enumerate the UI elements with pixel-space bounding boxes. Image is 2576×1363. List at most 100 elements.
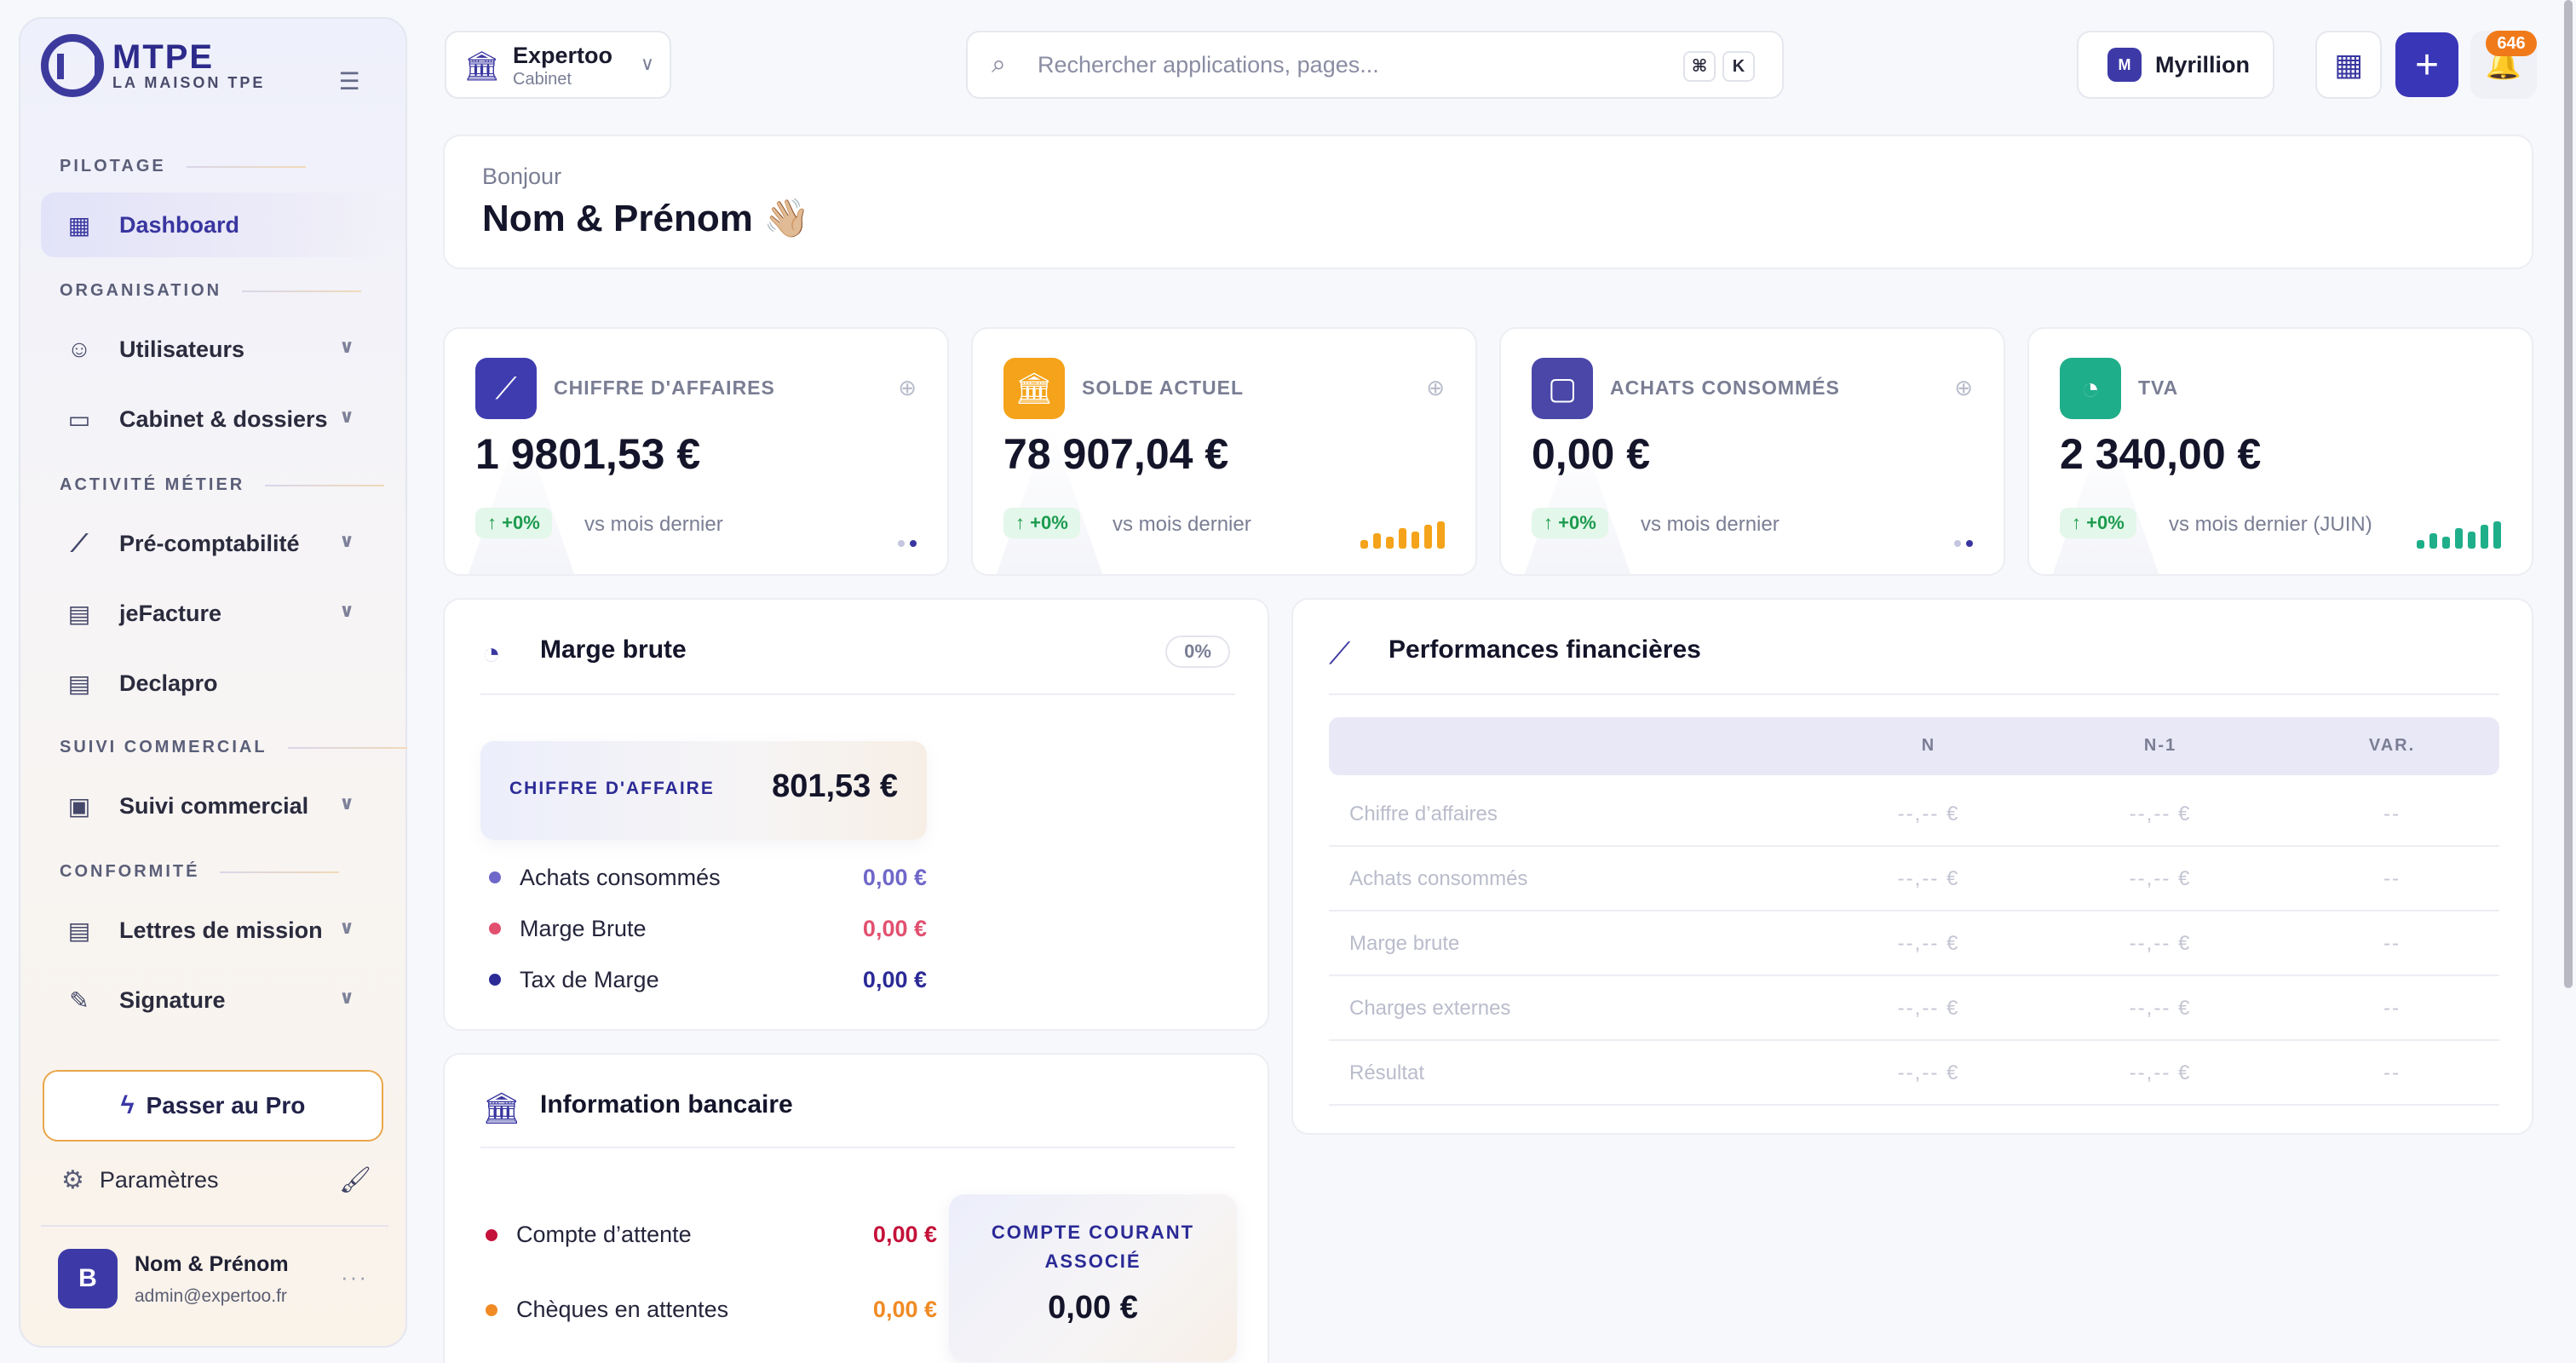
- trend-badge: ↑ +0%: [2060, 508, 2136, 538]
- add-button[interactable]: +: [2395, 32, 2458, 97]
- list-item-value: 0,00 €: [862, 864, 927, 890]
- section-conformite: CONFORMITÉ: [60, 862, 339, 882]
- sidebar-item-label: Pré-comptabilité: [119, 530, 300, 556]
- sidebar-item-precompta[interactable]: ⟋ Pré-comptabilité ∨: [41, 511, 388, 576]
- stat-card-tva[interactable]: ◔ TVA 2 340,00 € ↑ +0% vs mois dernier (…: [2027, 327, 2533, 576]
- apps-grid-button[interactable]: ▦: [2315, 31, 2382, 99]
- stat-card-solde-actuel[interactable]: 🏛 SOLDE ACTUEL ⊕ 78 907,04 € ↑ +0% vs mo…: [971, 327, 1477, 576]
- users-icon: ☺: [66, 336, 92, 362]
- settings-link[interactable]: ⚙ Paramètres: [61, 1165, 218, 1195]
- cell-n1: --,-- €: [2129, 867, 2192, 890]
- row-label: Chiffre d’affaires: [1349, 802, 1498, 825]
- zoom-icon[interactable]: ⊕: [1426, 375, 1445, 401]
- theme-brush-icon[interactable]: 🖌: [339, 1165, 371, 1195]
- pagination-dots: [1954, 540, 1973, 547]
- chevron-down-icon: ∨: [640, 53, 654, 74]
- divider: [1329, 693, 2499, 695]
- sidebar-item-cabinet[interactable]: ▭ Cabinet & dossiers ∨: [41, 387, 388, 451]
- sidebar-item-label: Dashboard: [119, 211, 240, 238]
- bank-icon: 🏛: [463, 50, 501, 83]
- column-header: VAR.: [2368, 736, 2416, 755]
- sidebar-item-lettres[interactable]: ▤ Lettres de mission ∨: [41, 898, 388, 963]
- pen-icon: ✎: [69, 986, 89, 1014]
- chevron-down-icon: ∨: [339, 530, 354, 551]
- sidebar-item-declapro[interactable]: ▤ Declapro: [41, 651, 388, 716]
- cell-n: --,-- €: [1897, 997, 1960, 1020]
- compte-courant-box: COMPTE COURANT ASSOCIÉ 0,00 €: [949, 1194, 1237, 1361]
- stat-card-chiffre-affaires[interactable]: ⟋ CHIFFRE D'AFFAIRES ⊕ 1 9801,53 € ↑ +0%…: [443, 327, 949, 576]
- stat-card-achats[interactable]: ▢ ACHATS CONSOMMÉS ⊕ 0,00 € ↑ +0% vs moi…: [1499, 327, 2005, 576]
- shopping-bag-icon: ▢: [1532, 358, 1593, 419]
- greeting-hello: Bonjour: [482, 164, 562, 189]
- list-item: Tax de Marge 0,00 €: [489, 963, 927, 997]
- panel-title: Marge brute: [540, 635, 687, 664]
- search-input[interactable]: [1038, 51, 1685, 78]
- sidebar-item-label: Lettres de mission: [119, 917, 323, 943]
- pie-chart-icon: ◔: [482, 635, 501, 670]
- sidebar-item-signature[interactable]: ✎ Signature ∨: [41, 968, 388, 1032]
- brand-logo[interactable]: MTPE LA MAISON TPE: [41, 34, 265, 97]
- table-row: Résultat --,-- € --,-- € --: [1329, 1041, 2499, 1106]
- cell-var: --: [2383, 932, 2401, 955]
- legend-dot: [486, 1228, 497, 1241]
- sidebar-item-dashboard[interactable]: ▦ Dashboard: [41, 193, 388, 257]
- list-item-label: Achats consommés: [520, 864, 721, 890]
- cca-label: COMPTE COURANT ASSOCIÉ: [991, 1222, 1195, 1272]
- shortcut-cmd-key: ⌘: [1683, 51, 1716, 82]
- table-row: Marge brute --,-- € --,-- € --: [1329, 912, 2499, 976]
- pie-chart-icon: ◔: [2060, 358, 2121, 419]
- organization-switcher[interactable]: 🏛 Expertoo Cabinet ∨: [445, 31, 671, 99]
- shortcut-k-key: K: [1722, 51, 1755, 82]
- stat-value: 1 9801,53 €: [475, 430, 701, 478]
- avatar[interactable]: B: [58, 1249, 118, 1308]
- ca-value: 801,53 €: [772, 768, 898, 804]
- myrillion-label: Myrillion: [2155, 51, 2251, 78]
- upgrade-pro-button[interactable]: ϟ Passer au Pro: [43, 1070, 383, 1142]
- section-suivi: SUIVI COMMERCIAL: [60, 738, 407, 757]
- user-email: admin@expertoo.fr: [135, 1286, 287, 1306]
- scrollbar-thumb[interactable]: [2564, 0, 2573, 988]
- cell-n: --,-- €: [1897, 867, 1960, 890]
- sidebar-collapse-icon[interactable]: ☰: [332, 65, 366, 99]
- cell-var: --: [2383, 867, 2401, 890]
- trend-badge: ↑ +0%: [1003, 508, 1080, 538]
- invoice-icon: ▤: [67, 600, 91, 627]
- greeting-name: Nom & Prénom 👋🏼: [482, 198, 810, 239]
- trend-badge: ↑ +0%: [475, 508, 552, 538]
- bank-icon: 🏛: [482, 1090, 521, 1125]
- list-item: Achats consommés 0,00 €: [489, 860, 927, 894]
- zoom-icon[interactable]: ⊕: [898, 375, 917, 401]
- sparkline-bars: [2417, 520, 2501, 549]
- column-header: N: [1921, 736, 1936, 755]
- sidebar-item-suivi-commercial[interactable]: ▣ Suivi commercial ∨: [41, 774, 388, 838]
- bank-icon: 🏛: [1003, 358, 1065, 419]
- search-icon: ⌕: [992, 50, 1006, 78]
- myrillion-button[interactable]: M Myrillion: [2077, 31, 2274, 99]
- stat-compare-label: vs mois dernier: [1113, 513, 1251, 536]
- chevron-down-icon: ∨: [339, 917, 354, 938]
- sidebar-item-utilisateurs[interactable]: ☺ Utilisateurs ∨: [41, 317, 388, 382]
- stat-compare-label: vs mois dernier: [584, 513, 723, 536]
- chiffre-affaire-box: CHIFFRE D'AFFAIRE 801,53 €: [480, 741, 927, 840]
- zoom-icon[interactable]: ⊕: [1954, 375, 1973, 401]
- stat-compare-label: vs mois dernier: [1641, 513, 1780, 536]
- org-type: Cabinet: [513, 70, 572, 89]
- search-bar[interactable]: ⌕ ⌘ K: [966, 31, 1784, 99]
- percent-badge: 0%: [1165, 635, 1230, 668]
- list-item: Compte d’attente 0,00 €: [486, 1222, 937, 1248]
- table-row: Charges externes --,-- € --,-- € --: [1329, 976, 2499, 1041]
- more-options-icon[interactable]: ···: [341, 1264, 368, 1291]
- list-item-label: Tax de Marge: [520, 966, 659, 992]
- stat-value: 0,00 €: [1532, 430, 1651, 478]
- sidebar-item-label: Signature: [119, 986, 226, 1013]
- divider: [41, 1225, 388, 1227]
- performances-card: ⟋ Performances financières N N-1 VAR. Ch…: [1291, 598, 2533, 1135]
- cell-var: --: [2383, 1061, 2401, 1084]
- cell-var: --: [2383, 997, 2401, 1020]
- sidebar-item-jefacture[interactable]: ▤ jeFacture ∨: [41, 581, 388, 646]
- brand-tagline: LA MAISON TPE: [112, 73, 266, 91]
- list-item-label: Compte d’attente: [516, 1222, 692, 1247]
- row-label: Marge brute: [1349, 932, 1460, 955]
- stat-label: TVA: [2138, 377, 2179, 399]
- logo-icon: [41, 34, 104, 97]
